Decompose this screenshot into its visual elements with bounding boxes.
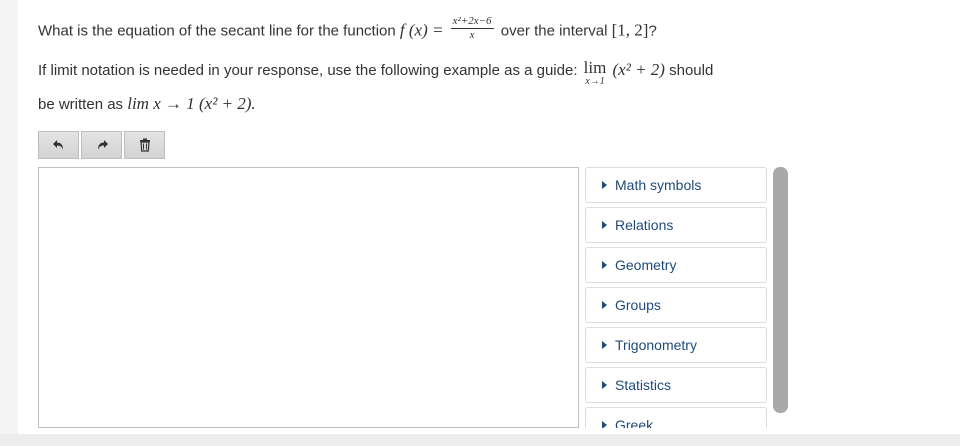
question-text-2: If limit notation is needed in your resp… [38,62,578,79]
redo-arrow-icon [97,140,108,150]
question-text-should: should [669,62,714,79]
palette-math-symbols[interactable]: Math symbols [585,167,767,203]
palette-geometry[interactable]: Geometry [585,247,767,283]
limit-expression: (x² + 2) [612,60,665,79]
undo-button[interactable] [38,131,79,159]
expand-triangle-icon [602,421,607,428]
trash-icon [139,138,150,152]
written-limit: lim x → 1 (x² + 2). [127,94,256,113]
function-fraction: x²+2x−6 x [450,15,494,42]
palette-label: Groups [615,297,661,313]
clear-button[interactable] [124,131,165,159]
answer-editor[interactable] [38,167,579,428]
question-line-3: be written as lim x → 1 (x² + 2). [38,94,256,114]
palette-groups[interactable]: Groups [585,287,767,323]
editor-toolbar [38,131,165,161]
palette-trigonometry[interactable]: Trigonometry [585,327,767,363]
palette-greek[interactable]: Greek [585,407,767,428]
palette-relations[interactable]: Relations [585,207,767,243]
palette-scrollbar[interactable] [773,167,788,413]
interval: [1, 2] [611,20,649,40]
expand-triangle-icon [602,221,607,229]
question-line-2: If limit notation is needed in your resp… [38,58,714,87]
question-text-3: be written as [38,96,124,113]
expand-triangle-icon [602,181,607,189]
palette-label: Greek [615,417,654,428]
expand-triangle-icon [602,301,607,309]
limit-notation: lim x→1 [583,58,607,87]
limit-word: lim [583,58,607,77]
fraction-numerator: x²+2x−6 [450,15,494,29]
redo-button[interactable] [81,131,122,159]
palette-label: Statistics [615,377,672,393]
palette-statistics[interactable]: Statistics [585,367,767,403]
function-name: f (x) = [399,20,444,40]
palette-label: Relations [615,217,674,233]
question-text-1: What is the equation of the secant line … [38,22,396,40]
palette-label: Math symbols [615,177,702,193]
symbol-palette: Math symbols Relations Geometry Groups T… [585,167,769,428]
fraction-denominator: x [469,29,475,41]
expand-triangle-icon [602,261,607,269]
palette-label: Trigonometry [615,337,697,353]
undo-arrow-icon [52,140,63,150]
question-mark: ? [648,22,657,40]
expand-triangle-icon [602,341,607,349]
question-line-1: What is the equation of the secant line … [38,15,657,45]
expand-triangle-icon [602,381,607,389]
limit-subscript: x→1 [585,76,605,87]
question-text-mid: over the interval [500,22,608,40]
palette-label: Geometry [615,257,677,273]
bottom-strip [0,434,960,446]
